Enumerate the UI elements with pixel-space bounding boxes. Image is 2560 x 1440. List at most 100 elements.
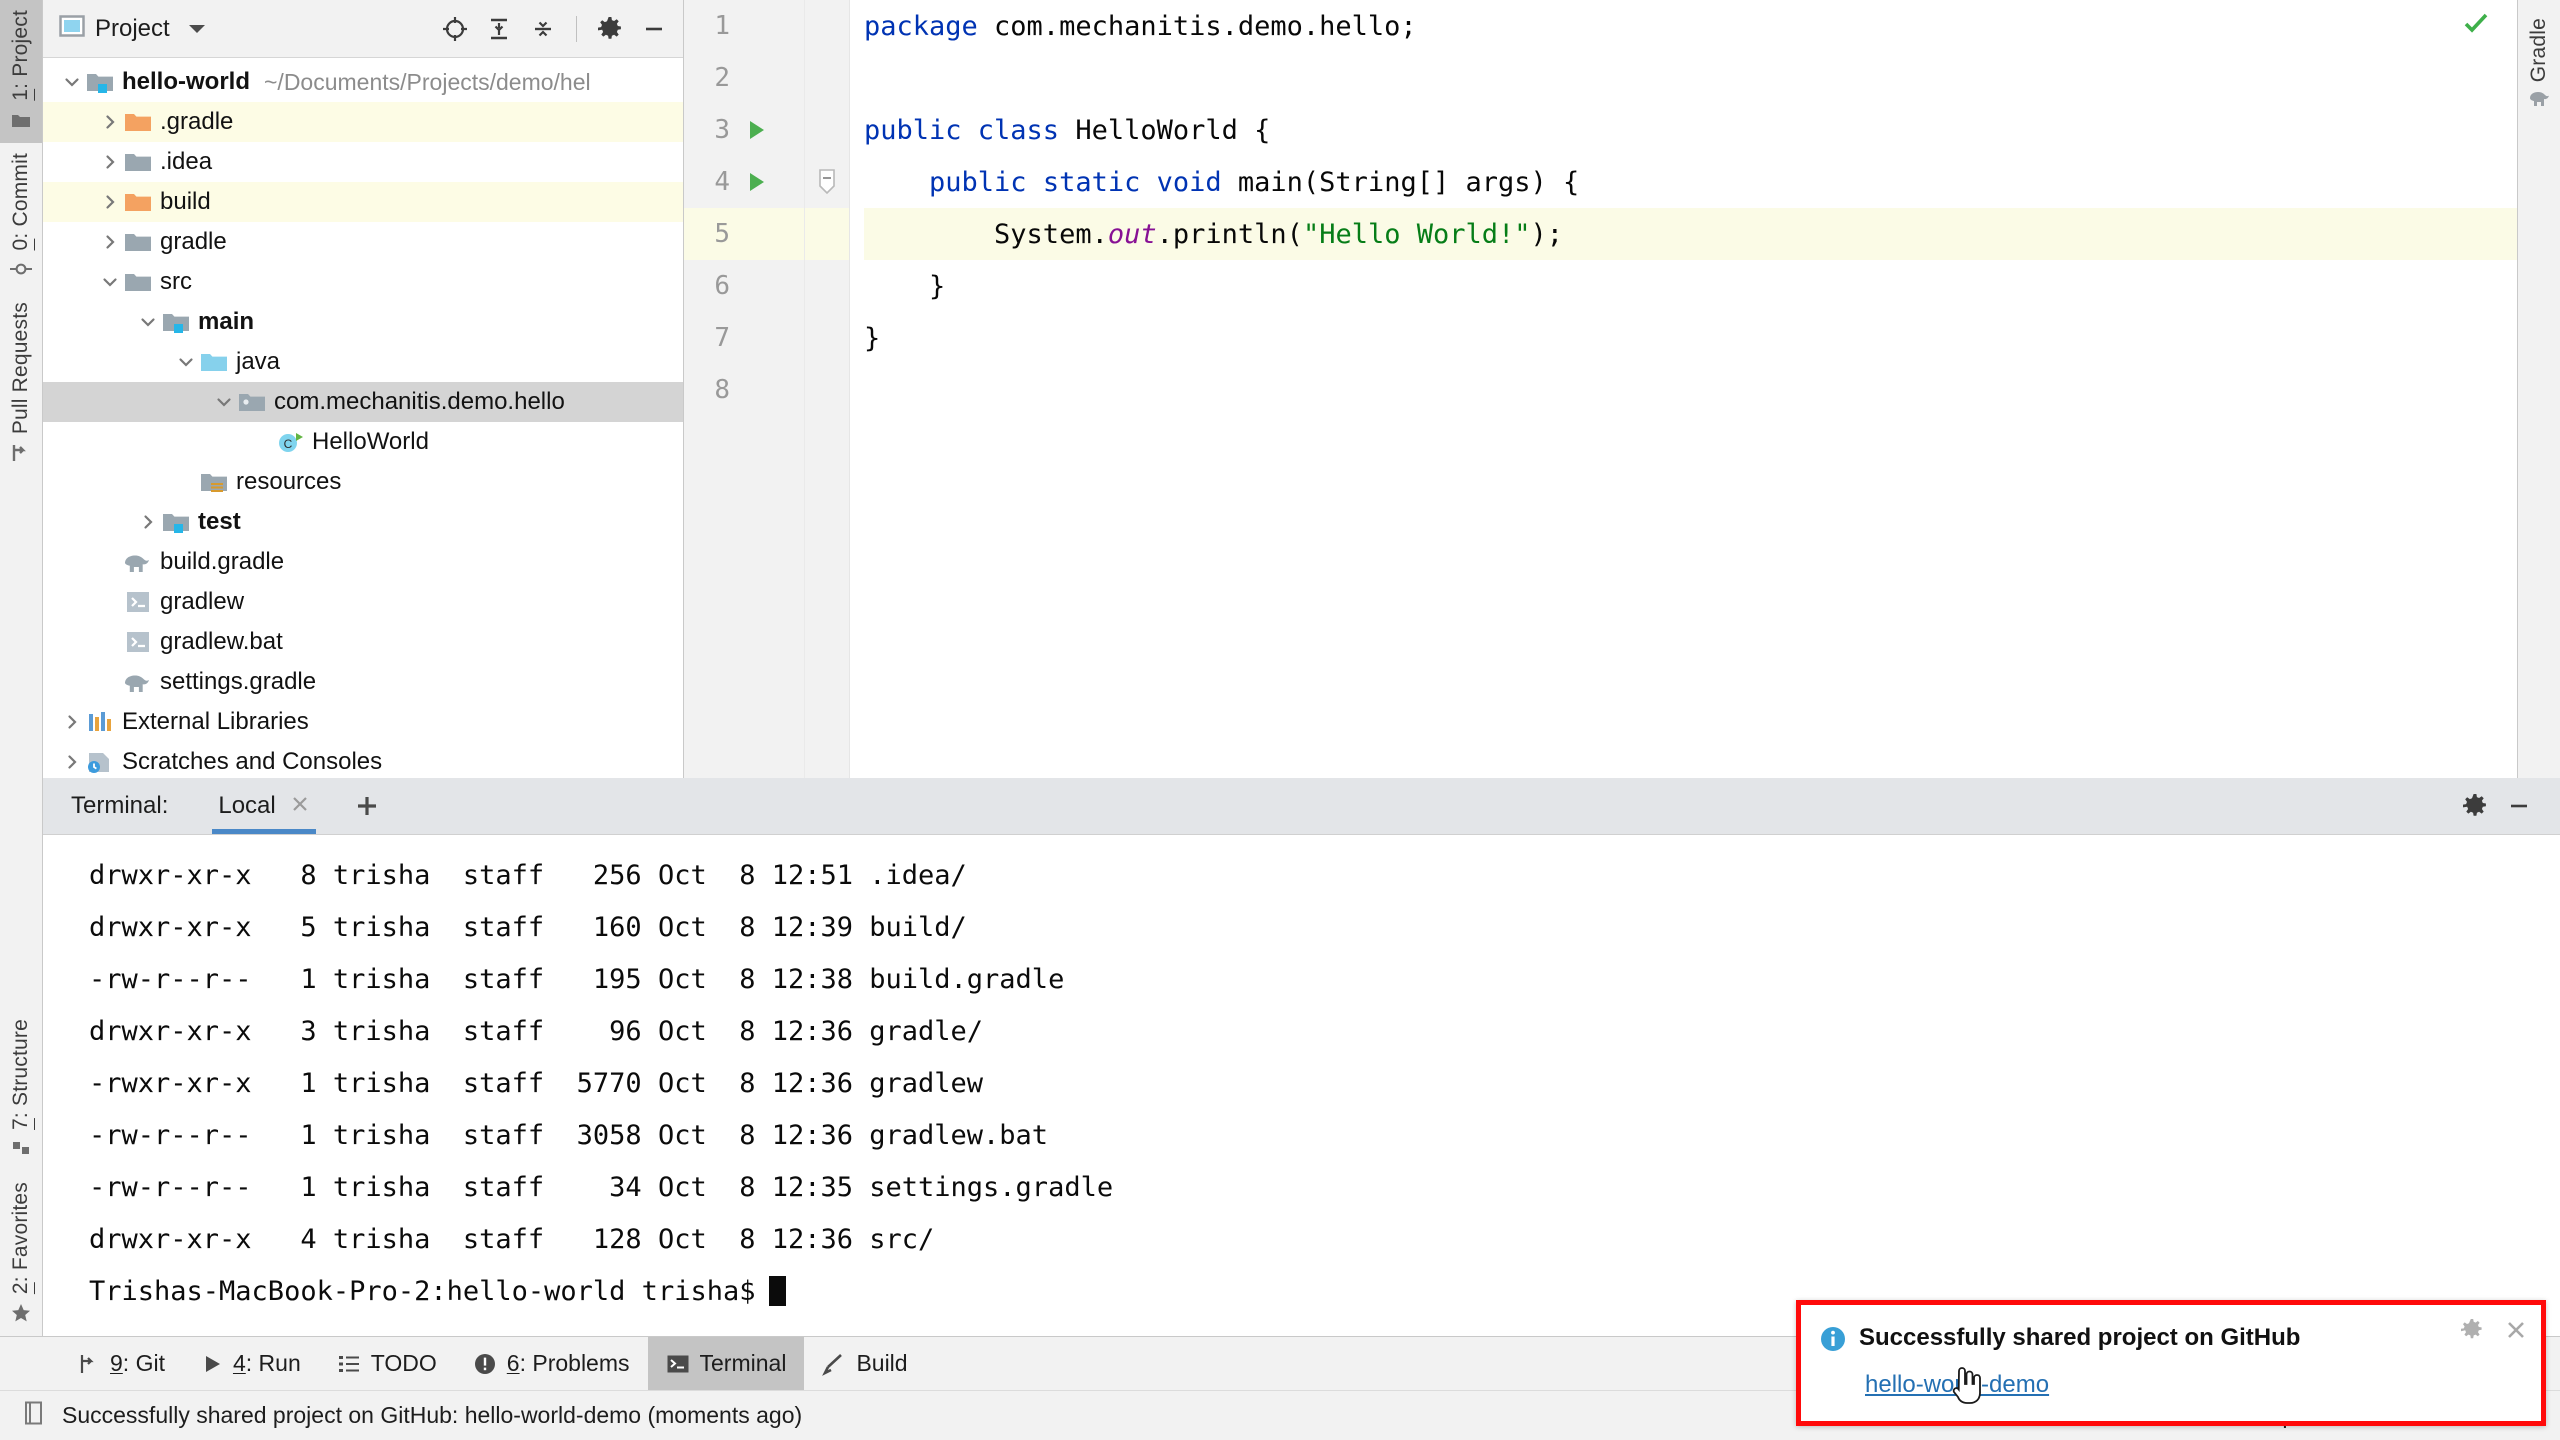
build-hammer-icon	[822, 1352, 846, 1376]
gutter-line[interactable]: 8	[684, 364, 804, 416]
chevron-down-icon[interactable]	[97, 269, 123, 295]
chevron-right-icon[interactable]	[59, 749, 85, 775]
tool-window-button-problems[interactable]: 6: Problems	[455, 1337, 648, 1390]
tree-row[interactable]: gradlew	[43, 582, 683, 622]
tree-row[interactable]: main	[43, 302, 683, 342]
chevron-down-icon[interactable]	[180, 12, 214, 46]
tree-row[interactable]: com.mechanitis.demo.hello	[43, 382, 683, 422]
tree-row[interactable]: build.gradle	[43, 542, 683, 582]
gutter-line[interactable]: 5	[684, 208, 804, 260]
tool-window-button-run[interactable]: 4: Run	[183, 1337, 319, 1390]
gutter-line[interactable]: 1	[684, 0, 804, 52]
tree-row[interactable]: settings.gradle	[43, 662, 683, 702]
code-line[interactable]: System. out .println("Hello World!");	[864, 208, 2517, 260]
tool-window-button-label: Build	[856, 1350, 908, 1376]
sidebar-item-pull-requests[interactable]: Pull Requests	[0, 292, 42, 476]
terminal-settings-gear-icon[interactable]	[2458, 789, 2492, 823]
run-gutter-icon[interactable]	[736, 170, 776, 194]
code-line[interactable]: }	[864, 312, 2517, 364]
tree-row-label: gradle	[160, 228, 227, 255]
code-line[interactable]: public static void main(String[] args) {	[864, 156, 2517, 208]
gear-icon[interactable]	[593, 12, 627, 46]
gutter-line[interactable]: 7	[684, 312, 804, 364]
gutter-line[interactable]: 3	[684, 104, 804, 156]
chevron-down-icon[interactable]	[135, 309, 161, 335]
run-gutter-icon[interactable]	[736, 118, 776, 142]
chevron-right-icon[interactable]	[97, 149, 123, 175]
code-line[interactable]: package com.mechanitis.demo.hello;	[864, 0, 2517, 52]
tree-row[interactable]: build	[43, 182, 683, 222]
info-icon	[1819, 1325, 1847, 1359]
problems-icon	[473, 1352, 497, 1376]
chevron-right-icon[interactable]	[97, 109, 123, 135]
tree-row[interactable]: Scratches and Consoles	[43, 742, 683, 778]
tree-row[interactable]: .idea	[43, 142, 683, 182]
hide-icon[interactable]	[637, 12, 671, 46]
tool-window-button-label: TODO	[370, 1350, 437, 1376]
gutter-line[interactable]: 2	[684, 52, 804, 104]
code-line[interactable]	[864, 364, 2517, 416]
editor-fold-column[interactable]	[805, 0, 849, 778]
sidebar-item-favorites-label: 2: Favorites	[9, 1181, 32, 1294]
fold-marker-icon[interactable]	[805, 156, 849, 208]
tool-window-button-todo[interactable]: TODO	[319, 1337, 455, 1390]
sidebar-item-gradle[interactable]: Gradle	[2527, 10, 2551, 122]
locate-icon[interactable]	[438, 12, 472, 46]
code-line[interactable]	[864, 52, 2517, 104]
tool-window-button-git[interactable]: 9: Git	[58, 1337, 183, 1390]
tree-row-label: settings.gradle	[160, 668, 317, 695]
chevron-right-icon[interactable]	[135, 509, 161, 535]
notification-close-icon[interactable]	[2503, 1317, 2529, 1349]
green-check-icon[interactable]	[2461, 8, 2491, 44]
excluded-folder-icon	[123, 189, 153, 215]
chevron-right-icon[interactable]	[59, 709, 85, 735]
collapse-all-icon[interactable]	[526, 12, 560, 46]
chevron-down-icon[interactable]	[173, 349, 199, 375]
tree-row[interactable]: src	[43, 262, 683, 302]
notification-gear-icon[interactable]	[2459, 1317, 2485, 1349]
close-icon[interactable]	[290, 793, 310, 820]
chevron-down-icon[interactable]	[211, 389, 237, 415]
terminal-hide-icon[interactable]	[2502, 789, 2536, 823]
status-message-group[interactable]: Successfully shared project on GitHub: h…	[22, 1400, 802, 1432]
gutter-line[interactable]: 4	[684, 156, 804, 208]
terminal-tab-local[interactable]: Local	[204, 778, 323, 834]
editor-gutter[interactable]: 1 2 3 4 5 6 7 8	[684, 0, 805, 778]
code-line[interactable]: }	[864, 260, 2517, 312]
sidebar-item-favorites[interactable]: 2: Favorites	[0, 1172, 42, 1336]
tree-row-label: build.gradle	[160, 548, 285, 575]
module-folder-icon	[161, 309, 191, 335]
sidebar-item-commit[interactable]: 0: Commit	[0, 143, 42, 293]
expand-all-icon[interactable]	[482, 12, 516, 46]
code-editor[interactable]: 1 2 3 4 5 6 7 8 package com.mechanitis.demo.hel…	[684, 0, 2517, 779]
notification-popup[interactable]: Successfully shared project on GitHub he…	[1796, 1300, 2546, 1426]
terminal-prompt-text: Trishas-MacBook-Pro-2:hello-world trisha…	[89, 1275, 756, 1307]
source-folder-icon	[199, 349, 229, 375]
tree-row[interactable]: External Libraries	[43, 702, 683, 742]
tree-row[interactable]: gradle	[43, 222, 683, 262]
tree-row[interactable]: gradlew.bat	[43, 622, 683, 662]
tree-row[interactable]: test	[43, 502, 683, 542]
gutter-line[interactable]: 6	[684, 260, 804, 312]
editor-code-area[interactable]: package com.mechanitis.demo.hello; public…	[849, 0, 2517, 778]
commit-icon	[10, 258, 32, 280]
tree-row[interactable]: .gradle	[43, 102, 683, 142]
tree-row[interactable]: C HelloWorld	[43, 422, 683, 462]
chevron-right-icon[interactable]	[97, 229, 123, 255]
chevron-down-icon[interactable]	[59, 69, 85, 95]
terminal-line: drwxr-xr-x 8 trisha staff 256 Oct 8 12:5…	[89, 859, 967, 891]
sidebar-item-structure[interactable]: 7: Structure	[0, 1009, 42, 1172]
tool-window-button-build[interactable]: Build	[804, 1337, 925, 1390]
tree-row[interactable]: resources	[43, 462, 683, 502]
sidebar-item-project[interactable]: 1: Project	[0, 0, 42, 143]
star-icon	[10, 1302, 32, 1324]
tool-window-button-terminal[interactable]: Terminal	[647, 1337, 805, 1390]
tree-row-path: ~/Documents/Projects/demo/hel	[264, 68, 591, 95]
chevron-right-icon[interactable]	[97, 189, 123, 215]
terminal-output[interactable]: drwxr-xr-x 8 trisha staff 256 Oct 8 12:5…	[43, 835, 2560, 1336]
tree-row[interactable]: java	[43, 342, 683, 382]
tree-row[interactable]: hello-world ~/Documents/Projects/demo/hel	[43, 62, 683, 102]
plus-icon[interactable]	[350, 789, 384, 823]
code-line[interactable]: public class HelloWorld {	[864, 104, 2517, 156]
project-tree[interactable]: hello-world ~/Documents/Projects/demo/hel…	[43, 58, 683, 778]
